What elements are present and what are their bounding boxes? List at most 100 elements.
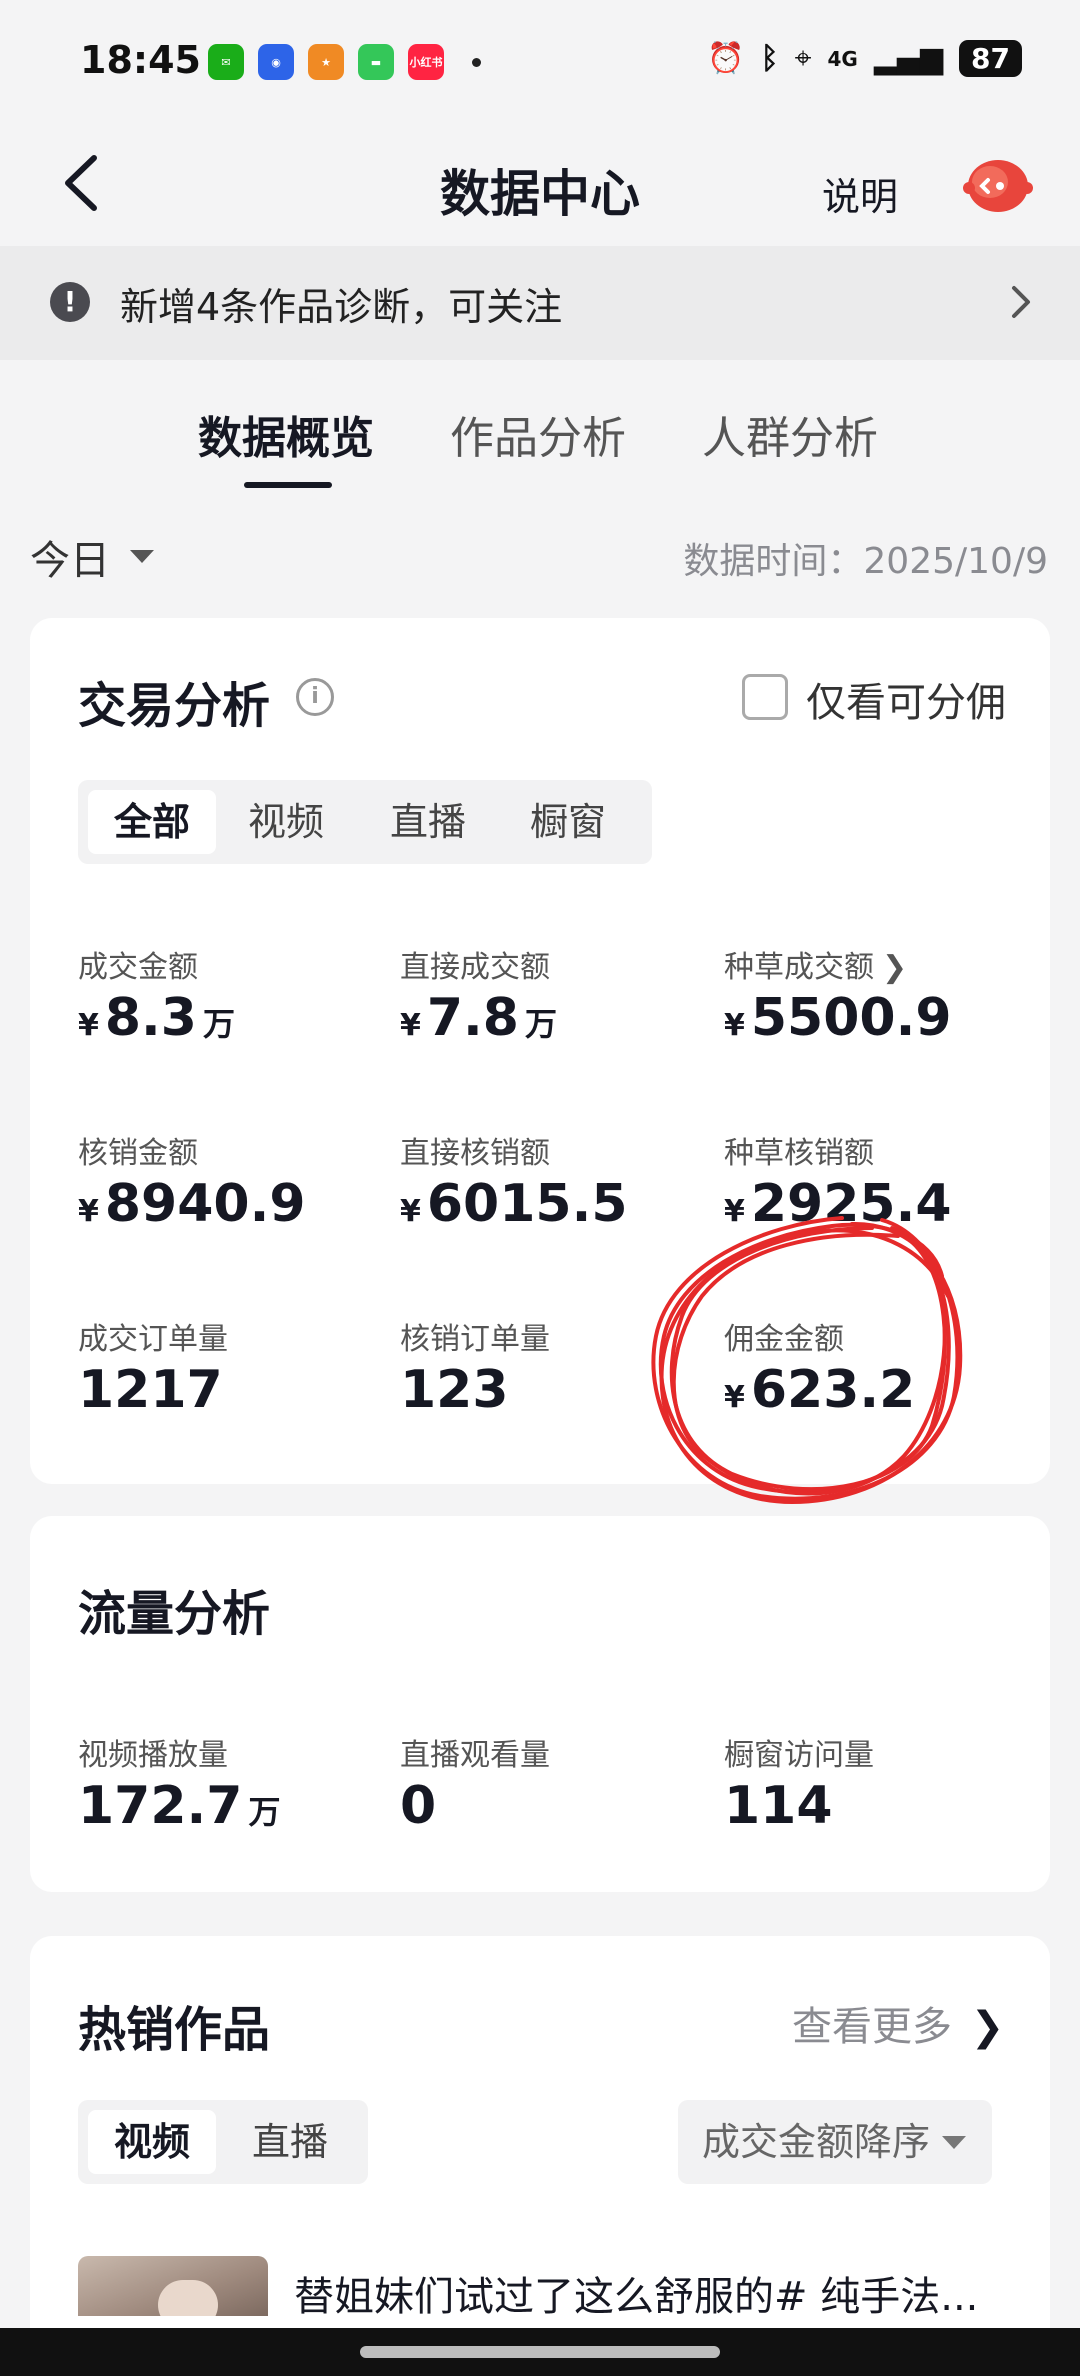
network-type: 4G (827, 46, 858, 71)
metric-live-views[interactable]: 直播观看量 0 (400, 1730, 550, 1836)
system-nav-bar (0, 2328, 1080, 2376)
metric-value: 123 (400, 1360, 509, 1420)
hot-works-segment: 视频 直播 (78, 2100, 368, 2184)
metric-label: 直接核销额 (400, 1136, 550, 1171)
sort-dropdown[interactable]: 成交金额降序 (678, 2100, 993, 2184)
segment-all[interactable]: 全部 (88, 790, 216, 854)
battery-indicator: 87 (959, 40, 1022, 77)
metric-label: 成交订单量 (78, 1322, 228, 1357)
metric-label: 核销金额 (78, 1136, 198, 1171)
metric-direct-gmv[interactable]: 直接成交额 ¥7.8 万 (400, 942, 557, 1048)
metric-label: 佣金金额 (724, 1322, 844, 1357)
game-app-icon: ★ (308, 44, 344, 80)
wechat-icon: ✉ (208, 44, 244, 80)
analysis-tabs: 数据概览 作品分析 人群分析 (0, 392, 1080, 492)
page-title: 数据中心 (440, 165, 640, 223)
metric-value: 8.3 (104, 988, 197, 1048)
chevron-right-icon (1012, 286, 1030, 318)
assistant-avatar-icon[interactable] (960, 156, 1034, 216)
metric-verified-amount[interactable]: 核销金额 ¥8940.9 (78, 1128, 312, 1234)
currency-symbol: ¥ (724, 1008, 745, 1043)
metric-unit: 万 (203, 1005, 236, 1043)
trade-channel-segment: 全部 视频 直播 橱窗 (78, 780, 652, 864)
chevron-right-icon: ❯ (882, 950, 908, 985)
home-indicator[interactable] (360, 2346, 720, 2358)
signal-icon: ▂▄▆ (873, 41, 944, 76)
metric-value: 0 (400, 1776, 437, 1836)
metric-video-plays[interactable]: 视频播放量 172.7 万 (78, 1730, 281, 1836)
trade-analysis-card: 交易分析 i 仅看可分佣 全部 视频 直播 橱窗 成交金额 ¥8.3 万 直接成交… (30, 618, 1050, 1484)
sort-label: 成交金额降序 (702, 2120, 931, 2164)
traffic-analysis-card: 流量分析 视频播放量 172.7 万 直播观看量 0 橱窗访问量 114 (30, 1516, 1050, 1892)
segment-showcase[interactable]: 橱窗 (504, 790, 632, 854)
metric-verified-order-count[interactable]: 核销订单量 123 (400, 1314, 550, 1420)
chevron-right-icon: ❯ (970, 2004, 1005, 2050)
messages-icon: ▬ (358, 44, 394, 80)
xiaohongshu-icon-label: 小红书 (409, 56, 443, 69)
metric-order-count[interactable]: 成交订单量 1217 (78, 1314, 228, 1420)
metric-direct-verified[interactable]: 直接核销额 ¥6015.5 (400, 1128, 634, 1234)
segment-video[interactable]: 视频 (88, 2110, 216, 2174)
tab-audience-analysis[interactable]: 人群分析 (702, 402, 878, 466)
top-nav-bar: 数据中心 说明 (0, 130, 1080, 246)
metric-label: 直接成交额 (400, 950, 550, 985)
metric-label: 种草核销额 (724, 1136, 874, 1171)
view-more-label: 查看更多 (792, 2004, 952, 2050)
currency-symbol: ¥ (400, 1008, 421, 1043)
metric-seeding-verified[interactable]: 种草核销额 ¥2925.4 (724, 1128, 958, 1234)
status-time: 18:45 (80, 38, 201, 82)
metric-value: 172.7 (78, 1776, 243, 1836)
metric-value: 114 (724, 1776, 833, 1836)
notice-text: 新增4条作品诊断，可关注 (120, 285, 563, 329)
date-row: 今日 数据时间：2025/10/9 (0, 528, 1080, 588)
date-range-selector[interactable]: 今日 (30, 528, 110, 586)
work-thumbnail[interactable] (78, 2256, 268, 2316)
metric-gmv[interactable]: 成交金额 ¥8.3 万 (78, 942, 235, 1048)
metric-value: 8940.9 (104, 1174, 306, 1234)
segment-live[interactable]: 直播 (364, 790, 492, 854)
trade-analysis-title: 交易分析 (78, 678, 271, 734)
view-more-link[interactable]: 查看更多 ❯ (792, 1994, 1004, 2052)
metric-commission[interactable]: 佣金金额 ¥623.2 (724, 1314, 915, 1420)
metric-showcase-visits[interactable]: 橱窗访问量 114 (724, 1730, 874, 1836)
metric-label: 成交金额 (78, 950, 198, 985)
diagnosis-notice-banner[interactable]: ! 新增4条作品诊断，可关注 (0, 246, 1080, 360)
metric-label: 橱窗访问量 (724, 1738, 874, 1773)
tab-data-overview[interactable]: 数据概览 (198, 402, 374, 466)
commission-only-label[interactable]: 仅看可分佣 (806, 670, 1006, 728)
metric-label: 种草成交额 (724, 950, 874, 985)
metric-unit: 万 (248, 1793, 281, 1831)
caret-down-icon (942, 2136, 967, 2149)
thumbnail-face (158, 2280, 218, 2316)
explain-button[interactable]: 说明 (822, 166, 898, 221)
metric-seeding-gmv[interactable]: 种草成交额 ❯ ¥5500.9 (724, 942, 958, 1048)
metric-unit: 万 (525, 1005, 558, 1043)
metric-label: 核销订单量 (400, 1322, 550, 1357)
hot-works-card: 热销作品 查看更多 ❯ 视频 直播 成交金额降序 替姐妹们试过了这么舒服的# 纯… (30, 1936, 1050, 2356)
tab-works-analysis[interactable]: 作品分析 (450, 402, 626, 466)
traffic-analysis-title: 流量分析 (78, 1586, 271, 1642)
metric-value: 6015.5 (426, 1174, 628, 1234)
data-time-label: 数据时间：2025/10/9 (683, 541, 1048, 582)
location-icon: ⌖ (794, 41, 812, 76)
info-icon[interactable]: i (296, 678, 334, 716)
segment-live[interactable]: 直播 (226, 2110, 354, 2174)
currency-symbol: ¥ (78, 1194, 99, 1229)
xiaohongshu-icon: 小红书 (408, 44, 444, 80)
more-notifications-dot (472, 57, 481, 67)
metric-value: 2925.4 (750, 1174, 952, 1234)
metric-value: 623.2 (750, 1360, 916, 1420)
notification-icons: ✉ ◉ ★ ▬ 小红书 (208, 44, 481, 80)
currency-symbol: ¥ (724, 1380, 745, 1415)
metric-label: 视频播放量 (78, 1738, 228, 1773)
currency-symbol: ¥ (400, 1194, 421, 1229)
caret-down-icon[interactable] (130, 550, 154, 563)
status-indicators: ⏰ ᛒ ⌖ 4G ▂▄▆ 87 (707, 40, 1022, 77)
hot-works-title: 热销作品 (78, 2002, 271, 2058)
hot-work-title[interactable]: 替姐妹们试过了这么舒服的# 纯手法... (294, 2264, 978, 2322)
commission-only-checkbox[interactable] (742, 674, 788, 720)
metric-label: 直播观看量 (400, 1738, 550, 1773)
active-tab-indicator (244, 482, 332, 488)
segment-video[interactable]: 视频 (222, 790, 350, 854)
bluetooth-icon: ᛒ (760, 41, 779, 76)
